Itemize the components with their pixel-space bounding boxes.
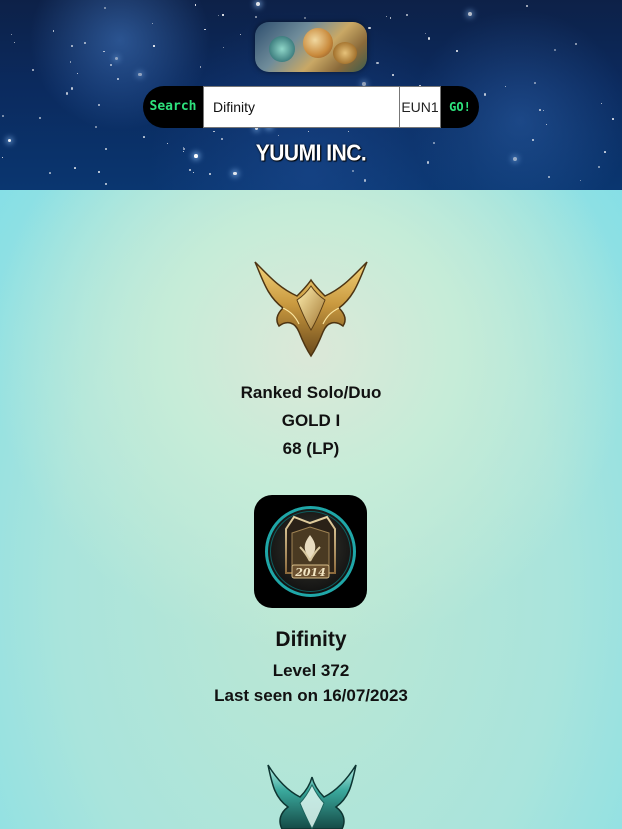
search-label: Search bbox=[143, 86, 203, 128]
star bbox=[363, 179, 366, 182]
star bbox=[601, 103, 603, 105]
logo-art-center bbox=[303, 28, 333, 58]
star bbox=[151, 22, 153, 24]
star bbox=[14, 42, 16, 44]
star bbox=[548, 176, 551, 179]
star bbox=[2, 115, 4, 117]
teal-rank-emblem-icon bbox=[254, 763, 370, 829]
star bbox=[303, 17, 306, 20]
star bbox=[74, 167, 76, 169]
star bbox=[69, 61, 72, 63]
star bbox=[545, 123, 548, 126]
star bbox=[97, 104, 100, 107]
star bbox=[70, 87, 74, 90]
star bbox=[428, 37, 431, 40]
rank-tier: GOLD I bbox=[281, 411, 341, 430]
star bbox=[222, 14, 224, 16]
star bbox=[307, 130, 310, 133]
star bbox=[278, 134, 280, 136]
brand-title: YUUMI INC. bbox=[255, 140, 367, 167]
star bbox=[95, 125, 98, 128]
star bbox=[539, 109, 541, 111]
gold-rank-emblem-icon bbox=[253, 260, 369, 358]
queue-type: Ranked Solo/Duo bbox=[240, 383, 382, 402]
star bbox=[467, 12, 472, 17]
star bbox=[52, 30, 55, 33]
star bbox=[204, 28, 206, 31]
star bbox=[525, 5, 529, 8]
league-points: 68 (LP) bbox=[282, 439, 340, 458]
star bbox=[376, 62, 379, 65]
star bbox=[455, 49, 458, 52]
star bbox=[194, 4, 197, 6]
star bbox=[217, 15, 220, 17]
star bbox=[254, 16, 257, 19]
star bbox=[192, 171, 194, 173]
star bbox=[483, 93, 486, 96]
star bbox=[406, 14, 409, 17]
star bbox=[98, 171, 100, 173]
summoner-search-input[interactable] bbox=[203, 86, 399, 128]
star bbox=[103, 51, 105, 53]
profile-icon-year: 2014 bbox=[294, 566, 326, 579]
star bbox=[49, 172, 51, 174]
star bbox=[116, 77, 120, 81]
star bbox=[84, 41, 87, 44]
star bbox=[385, 16, 387, 18]
star bbox=[256, 1, 261, 6]
star bbox=[424, 32, 426, 35]
summoner-level: Level 372 bbox=[272, 661, 350, 680]
star bbox=[553, 49, 557, 52]
star bbox=[200, 66, 202, 68]
star bbox=[153, 44, 156, 47]
profile-icon: 2014 bbox=[254, 495, 367, 608]
star bbox=[220, 137, 223, 140]
star bbox=[368, 26, 371, 30]
header: Search EUN1 GO! YUUMI INC. bbox=[0, 0, 622, 190]
star bbox=[575, 42, 578, 45]
star bbox=[233, 171, 237, 175]
star bbox=[240, 34, 242, 36]
star bbox=[105, 183, 107, 185]
star bbox=[533, 82, 536, 84]
star bbox=[611, 118, 614, 120]
star bbox=[66, 92, 69, 95]
star bbox=[71, 45, 74, 48]
go-button[interactable]: GO! bbox=[441, 86, 479, 128]
star bbox=[543, 109, 545, 111]
star bbox=[213, 130, 215, 133]
logo-art-right bbox=[333, 42, 357, 64]
site-logo[interactable] bbox=[255, 22, 367, 72]
region-select[interactable]: EUN1 bbox=[399, 86, 441, 128]
star bbox=[11, 33, 13, 35]
star bbox=[188, 168, 191, 171]
star bbox=[137, 72, 142, 77]
star bbox=[208, 173, 211, 176]
star bbox=[348, 131, 350, 133]
star bbox=[104, 6, 107, 10]
search-bar: Search EUN1 GO! bbox=[143, 86, 479, 128]
main-content: Ranked Solo/Duo GOLD I 68 (LP) 2014 Difi… bbox=[0, 190, 622, 829]
star bbox=[38, 117, 41, 120]
star bbox=[76, 72, 79, 75]
star bbox=[504, 85, 507, 88]
logo-art-left bbox=[269, 36, 295, 62]
star bbox=[389, 17, 392, 19]
last-seen: Last seen on 16/07/2023 bbox=[214, 686, 408, 705]
star bbox=[352, 169, 355, 173]
star bbox=[143, 136, 145, 138]
star bbox=[580, 180, 582, 182]
star bbox=[115, 56, 119, 60]
star bbox=[110, 64, 113, 67]
star bbox=[391, 73, 394, 76]
star bbox=[222, 46, 224, 48]
star bbox=[31, 68, 35, 71]
summoner-name: Difinity bbox=[275, 628, 347, 651]
